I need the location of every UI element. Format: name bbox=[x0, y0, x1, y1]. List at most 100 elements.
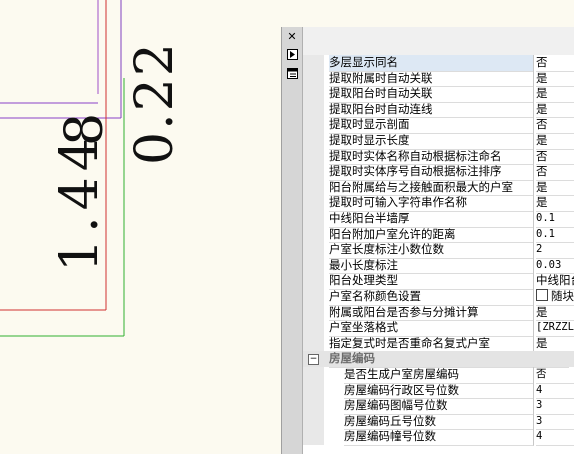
property-row[interactable]: 提取时实体名称自动根据标注命名否 bbox=[303, 148, 574, 166]
property-name: 房屋编码丘号位数 bbox=[344, 413, 534, 431]
property-row[interactable]: 阳台处理类型中线阳台 bbox=[303, 273, 574, 290]
property-value[interactable]: 0.1 bbox=[536, 227, 574, 244]
property-name: 中线阳台半墙厚 bbox=[329, 211, 534, 228]
property-value[interactable]: 4 bbox=[536, 383, 574, 400]
property-row[interactable]: 指定复式时是否重命名复式户室是 bbox=[303, 335, 574, 353]
row-gutter bbox=[303, 133, 324, 149]
property-row[interactable]: 户室坐落格式[ZRZZL] bbox=[303, 320, 574, 337]
row-gutter bbox=[303, 304, 324, 321]
row-gutter bbox=[303, 257, 324, 274]
row-gutter bbox=[303, 211, 324, 227]
property-value[interactable]: 0.1 bbox=[536, 211, 574, 228]
property-row[interactable]: 房屋编码幢号位数 4 bbox=[303, 429, 574, 446]
property-name: 提取阳台时自动连线 bbox=[329, 101, 534, 119]
property-value[interactable]: 是 bbox=[536, 71, 574, 88]
property-value[interactable]: [ZRZZL] bbox=[536, 320, 574, 337]
property-name: 阳台附属给与之接触面积最大的户室 bbox=[329, 179, 534, 197]
property-value[interactable]: 是 bbox=[536, 336, 574, 353]
property-name: 附属或阳台是否参与分摊计算 bbox=[329, 304, 534, 322]
property-value[interactable]: 否 bbox=[536, 55, 574, 72]
row-gutter bbox=[303, 242, 324, 258]
property-value[interactable]: 否 bbox=[536, 149, 574, 166]
row-gutter bbox=[303, 226, 324, 243]
property-row[interactable]: 提取时可输入字符串作名称是 bbox=[303, 195, 574, 212]
property-name: 提取时显示剖面 bbox=[329, 117, 534, 134]
property-row[interactable]: 最小长度标注 0.03 bbox=[303, 257, 574, 275]
property-value[interactable]: 中线阳台 bbox=[536, 273, 574, 290]
property-row[interactable]: 附属或阳台是否参与分摊计算是 bbox=[303, 304, 574, 322]
property-value[interactable]: 是 bbox=[536, 133, 574, 150]
property-name: 提取时实体名称自动根据标注命名 bbox=[329, 148, 534, 166]
property-name: 阳台处理类型 bbox=[329, 273, 534, 290]
property-row[interactable]: 户室长度标注小数位数 2 bbox=[303, 242, 574, 259]
property-name: 房屋编码幢号位数 bbox=[344, 429, 534, 446]
row-gutter bbox=[303, 195, 324, 211]
properties-menu-icon[interactable] bbox=[285, 66, 299, 80]
auto-hide-icon[interactable] bbox=[285, 47, 299, 61]
property-value[interactable]: 2 bbox=[536, 242, 574, 259]
property-value[interactable]: 否 bbox=[536, 367, 574, 384]
row-gutter bbox=[303, 70, 324, 87]
property-row[interactable]: 提取时显示长度是 bbox=[303, 133, 574, 150]
category-name: 房屋编码 bbox=[329, 351, 569, 368]
row-gutter bbox=[303, 164, 324, 180]
row-gutter bbox=[303, 117, 324, 133]
property-value[interactable]: 随块 bbox=[536, 289, 574, 306]
row-gutter bbox=[303, 179, 324, 196]
property-row[interactable]: 户室名称颜色设置 随块 bbox=[303, 289, 574, 306]
property-row[interactable]: 阳台附加户室允许的距离 0.1 bbox=[303, 226, 574, 244]
row-gutter bbox=[303, 335, 324, 352]
property-row[interactable]: 多层显示同名否 bbox=[303, 55, 574, 72]
property-row[interactable]: 提取阳台时自动关联是 bbox=[303, 86, 574, 103]
length-label-1: 1.44 bbox=[50, 132, 110, 272]
property-name: 提取时可输入字符串作名称 bbox=[329, 195, 534, 212]
close-icon[interactable]: ✕ bbox=[285, 29, 299, 43]
property-row[interactable]: 房屋编码行政区号位数 4 bbox=[303, 382, 574, 400]
property-value[interactable]: 3 bbox=[536, 414, 574, 431]
property-name: 阳台附加户室允许的距离 bbox=[329, 226, 534, 244]
property-name: 是否生成户室房屋编码 bbox=[344, 367, 534, 384]
property-value[interactable]: 0.03 bbox=[536, 258, 574, 275]
property-row[interactable]: 房屋编码图幅号位数 3 bbox=[303, 398, 574, 415]
row-gutter: − bbox=[303, 351, 324, 367]
row-gutter bbox=[303, 289, 324, 305]
property-value[interactable]: 3 bbox=[536, 398, 574, 415]
row-gutter bbox=[303, 55, 324, 71]
property-value[interactable]: 是 bbox=[536, 102, 574, 119]
collapse-icon[interactable]: − bbox=[308, 354, 319, 366]
property-row[interactable]: 提取附属时自动关联是 bbox=[303, 70, 574, 88]
property-name: 提取时显示长度 bbox=[329, 133, 534, 150]
category-row-house-code[interactable]: − 房屋编码 bbox=[303, 351, 574, 368]
property-row[interactable]: 提取阳台时自动连线是 bbox=[303, 101, 574, 119]
length-label-1-digit: 8 bbox=[55, 112, 115, 146]
property-row[interactable]: 中线阳台半墙厚 0.1 bbox=[303, 211, 574, 228]
property-row[interactable]: 提取时实体序号自动根据标注排序否 bbox=[303, 164, 574, 181]
property-value[interactable]: 4 bbox=[536, 429, 574, 446]
properties-panel: ✕ 多层显示同名否提取附属时自动关联是提取阳台时自动关联是提取阳台时自动连线是提… bbox=[281, 27, 574, 454]
property-name: 提取阳台时自动关联 bbox=[329, 86, 534, 103]
property-row[interactable]: 房屋编码丘号位数 3 bbox=[303, 413, 574, 431]
row-gutter bbox=[303, 86, 324, 102]
row-gutter bbox=[303, 413, 324, 430]
row-gutter bbox=[303, 429, 324, 445]
property-row[interactable]: 提取时显示剖面否 bbox=[303, 117, 574, 134]
row-gutter bbox=[303, 367, 324, 383]
row-gutter bbox=[303, 148, 324, 165]
property-value[interactable]: 否 bbox=[536, 117, 574, 134]
property-name: 指定复式时是否重命名复式户室 bbox=[329, 335, 534, 353]
property-value[interactable]: 是 bbox=[536, 305, 574, 322]
property-grid[interactable]: 多层显示同名否提取附属时自动关联是提取阳台时自动关联是提取阳台时自动连线是提取时… bbox=[303, 55, 574, 454]
color-value: 随块 bbox=[551, 289, 574, 303]
property-value[interactable]: 是 bbox=[536, 86, 574, 103]
row-gutter bbox=[303, 320, 324, 336]
property-value[interactable]: 是 bbox=[536, 195, 574, 212]
row-gutter bbox=[303, 101, 324, 118]
property-value[interactable]: 否 bbox=[536, 164, 574, 181]
property-name: 户室长度标注小数位数 bbox=[329, 242, 534, 259]
property-row[interactable]: 是否生成户室房屋编码否 bbox=[303, 367, 574, 384]
property-row[interactable]: 阳台附属给与之接触面积最大的户室是 bbox=[303, 179, 574, 197]
property-value[interactable]: 是 bbox=[536, 180, 574, 197]
panel-titlebar[interactable]: ✕ bbox=[282, 27, 303, 454]
length-label-2: 0.22 bbox=[125, 41, 185, 165]
property-name: 户室名称颜色设置 bbox=[329, 289, 534, 306]
